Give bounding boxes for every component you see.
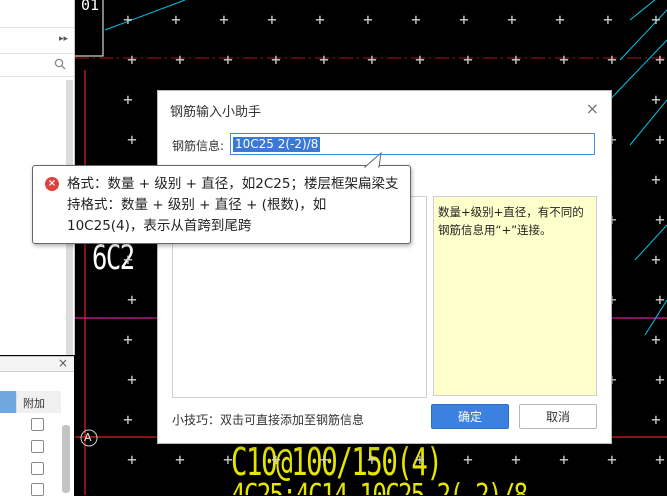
grid-plus-mark: +	[367, 450, 377, 469]
grid-plus-mark: +	[459, 10, 469, 29]
grid-plus-mark: +	[367, 50, 377, 69]
grid-plus-mark: +	[651, 170, 661, 189]
grid-plus-mark: +	[655, 290, 665, 309]
grid-plus-mark: +	[655, 450, 665, 469]
grid-plus-mark: +	[559, 450, 569, 469]
tip-text: 小技巧：双击可直接添加至钢筋信息	[172, 413, 365, 427]
grid-plus-mark: +	[127, 130, 137, 149]
left-panel-search[interactable]	[0, 54, 74, 77]
grid-plus-mark: +	[555, 10, 565, 29]
table-scrollbar[interactable]	[62, 425, 70, 493]
dialog-title: 钢筋输入小助手	[170, 105, 262, 120]
search-icon[interactable]	[54, 58, 66, 70]
row-checkbox[interactable]	[31, 418, 44, 431]
ok-button[interactable]: 确定	[431, 404, 509, 429]
grid-plus-mark: +	[175, 50, 185, 69]
grid-plus-mark: +	[363, 10, 373, 29]
grid-plus-mark: +	[655, 370, 665, 389]
error-icon: ×	[45, 177, 59, 191]
scroll-right-button[interactable]: ▸▸	[59, 34, 68, 44]
panel-header: ×	[0, 356, 74, 372]
grid-plus-mark: +	[123, 410, 133, 429]
grid-plus-mark: +	[127, 370, 137, 389]
grid-plus-mark: +	[123, 90, 133, 109]
grid-plus-mark: +	[123, 10, 133, 29]
grid-plus-mark: +	[319, 450, 329, 469]
grid-plus-mark: +	[655, 50, 665, 69]
grid-plus-mark: +	[507, 10, 517, 29]
grid-plus-mark: +	[651, 10, 661, 29]
grid-plus-mark: +	[171, 10, 181, 29]
column-header-label: 附加	[23, 397, 45, 410]
grid-plus-mark: +	[175, 450, 185, 469]
left-panel-bottom: × 附加	[0, 356, 74, 496]
grid-plus-mark: +	[415, 50, 425, 69]
left-panel-row[interactable]	[0, 0, 74, 28]
grid-plus-mark: +	[127, 290, 137, 309]
grid-label: 01	[81, 0, 100, 14]
grid-plus-mark: +	[315, 10, 325, 29]
grid-plus-mark: +	[223, 50, 233, 69]
row-checkbox[interactable]	[31, 483, 44, 496]
grid-plus-mark: +	[603, 10, 613, 29]
grid-plus-mark: +	[219, 10, 229, 29]
axis-label: A	[84, 431, 92, 444]
rebar-info-value: 10C25 2(-2)/8	[233, 137, 321, 152]
grid-plus-mark: +	[511, 450, 521, 469]
format-hint: 数量+级别+直径，有不同的钢筋信息用“+”连接。	[433, 196, 597, 396]
grid-plus-mark: +	[655, 130, 665, 149]
grid-plus-mark: +	[607, 450, 617, 469]
grid-plus-mark: +	[123, 330, 133, 349]
close-icon[interactable]: ×	[58, 356, 68, 370]
grid-plus-mark: +	[415, 450, 425, 469]
left-panel-row[interactable]: ▸▸	[0, 28, 74, 54]
grid-plus-mark: +	[559, 50, 569, 69]
grid-plus-mark: +	[511, 50, 521, 69]
grid-plus-mark: +	[127, 450, 137, 469]
tooltip-pointer	[363, 152, 382, 168]
row-checkbox[interactable]	[31, 440, 44, 453]
error-tooltip: × 格式：数量 + 级别 + 直径，如2C25；楼层框架扁梁支持格式：数量 + …	[32, 152, 411, 244]
grid-plus-mark: +	[123, 250, 133, 269]
error-message: 格式：数量 + 级别 + 直径，如2C25；楼层框架扁梁支持格式：数量 + 级别…	[67, 176, 399, 234]
grid-plus-mark: +	[651, 330, 661, 349]
grid-plus-mark: +	[319, 50, 329, 69]
grid-plus-mark: +	[463, 450, 473, 469]
grid-plus-mark: +	[651, 90, 661, 109]
column-header-extra[interactable]: 附加	[16, 391, 61, 413]
grid-plus-mark: +	[463, 50, 473, 69]
grid-plus-mark: +	[655, 210, 665, 229]
grid-plus-mark: +	[411, 10, 421, 29]
grid-plus-mark: +	[271, 50, 281, 69]
row-checkbox[interactable]	[31, 462, 44, 475]
close-icon[interactable]: ×	[586, 99, 599, 118]
grid-plus-mark: +	[651, 250, 661, 269]
rebar-info-label: 钢筋信息:	[172, 139, 225, 153]
grid-plus-mark: +	[651, 410, 661, 429]
rebar-info-input[interactable]: 10C25 2(-2)/8	[230, 133, 595, 155]
grid-plus-mark: +	[127, 50, 137, 69]
grid-plus-mark: +	[223, 450, 233, 469]
grid-plus-mark: +	[607, 50, 617, 69]
rebar-input-dialog: 钢筋输入小助手 × 钢筋信息: 10C25 2(-2)/8 数量+级别+直径，有…	[157, 90, 612, 444]
selected-column-header[interactable]	[0, 391, 16, 413]
cancel-button[interactable]: 取消	[519, 404, 597, 429]
grid-plus-mark: +	[267, 10, 277, 29]
grid-plus-mark: +	[271, 450, 281, 469]
